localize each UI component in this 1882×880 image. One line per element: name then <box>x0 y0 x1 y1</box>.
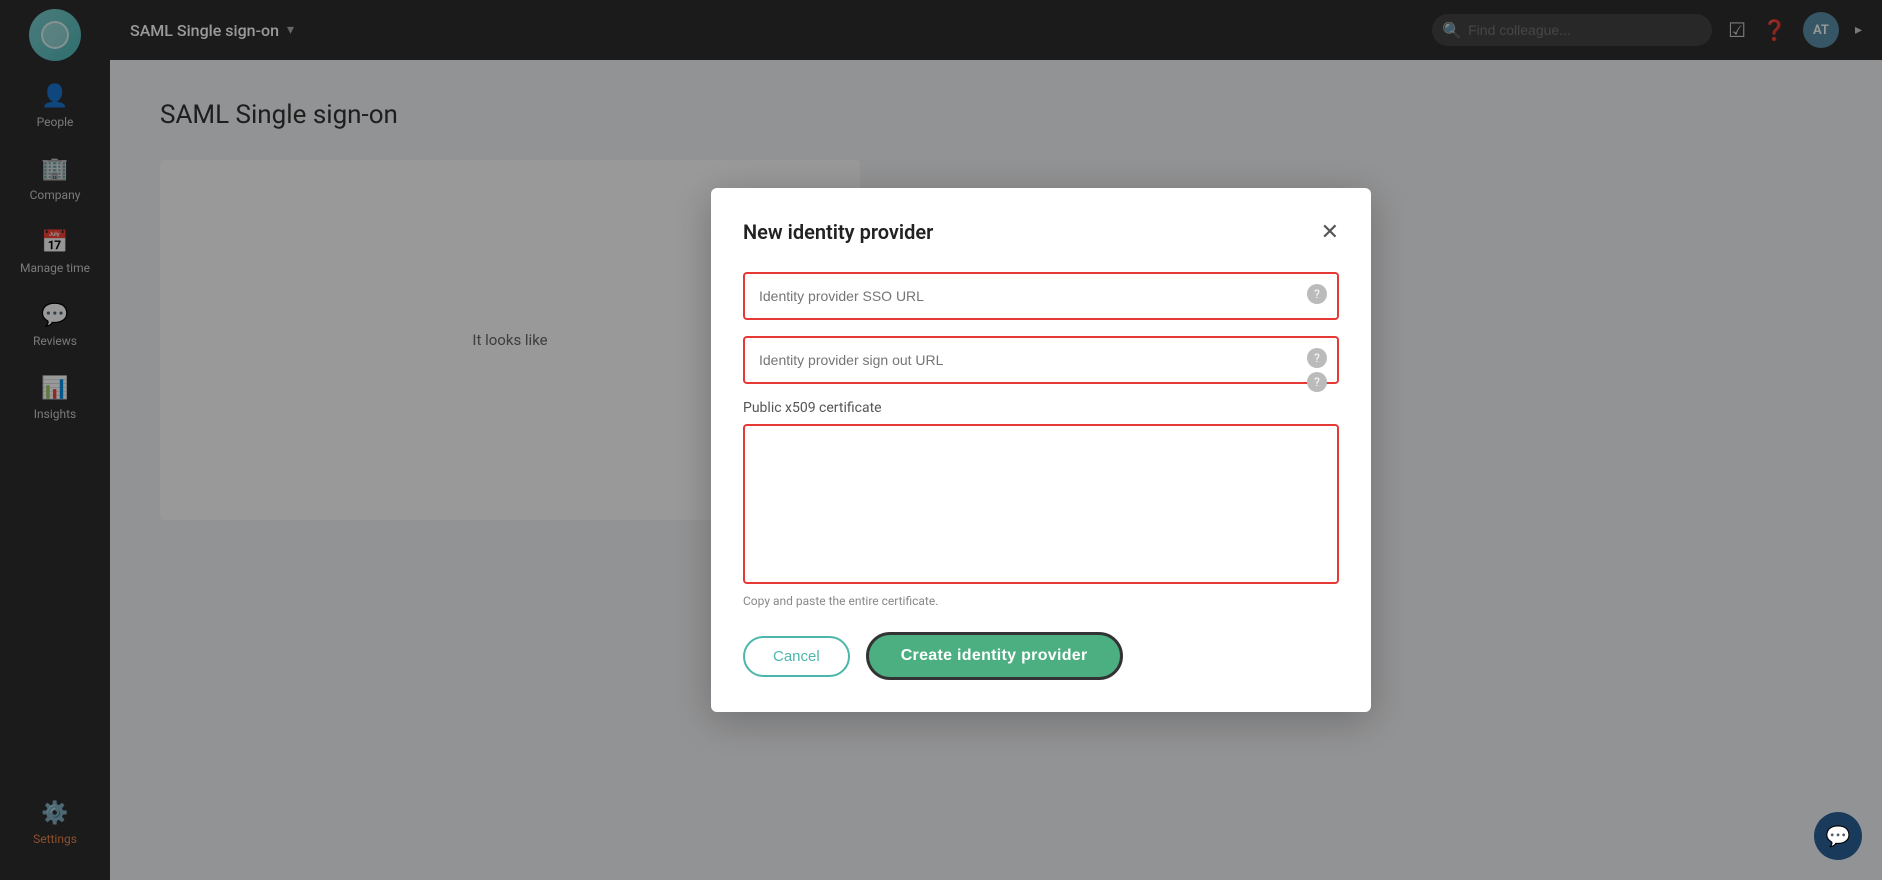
cancel-button[interactable]: Cancel <box>743 636 850 677</box>
cert-help-icon[interactable]: ? <box>1307 372 1327 392</box>
modal-actions: Cancel Create identity provider <box>743 632 1339 680</box>
create-identity-provider-button[interactable]: Create identity provider <box>866 632 1123 680</box>
sso-url-group: ? <box>743 272 1339 320</box>
cert-group: ? Public x509 certificate <box>743 400 1339 588</box>
sso-url-help-icon[interactable]: ? <box>1307 284 1327 304</box>
sso-url-input[interactable] <box>743 272 1339 320</box>
cert-label: Public x509 certificate <box>743 400 1339 416</box>
sign-out-url-input[interactable] <box>743 336 1339 384</box>
modal-overlay[interactable]: New identity provider ✕ ? ? ? Public x50… <box>0 0 1882 880</box>
sign-out-url-group: ? <box>743 336 1339 384</box>
modal-header: New identity provider ✕ <box>743 220 1339 244</box>
cert-textarea[interactable] <box>743 424 1339 584</box>
sign-out-url-help-icon[interactable]: ? <box>1307 348 1327 368</box>
cert-hint: Copy and paste the entire certificate. <box>743 594 1339 608</box>
modal-title: New identity provider <box>743 220 933 244</box>
chat-bubble-button[interactable]: 💬 <box>1814 812 1862 860</box>
modal: New identity provider ✕ ? ? ? Public x50… <box>711 188 1371 712</box>
modal-close-button[interactable]: ✕ <box>1321 221 1339 243</box>
chat-icon: 💬 <box>1826 824 1851 848</box>
